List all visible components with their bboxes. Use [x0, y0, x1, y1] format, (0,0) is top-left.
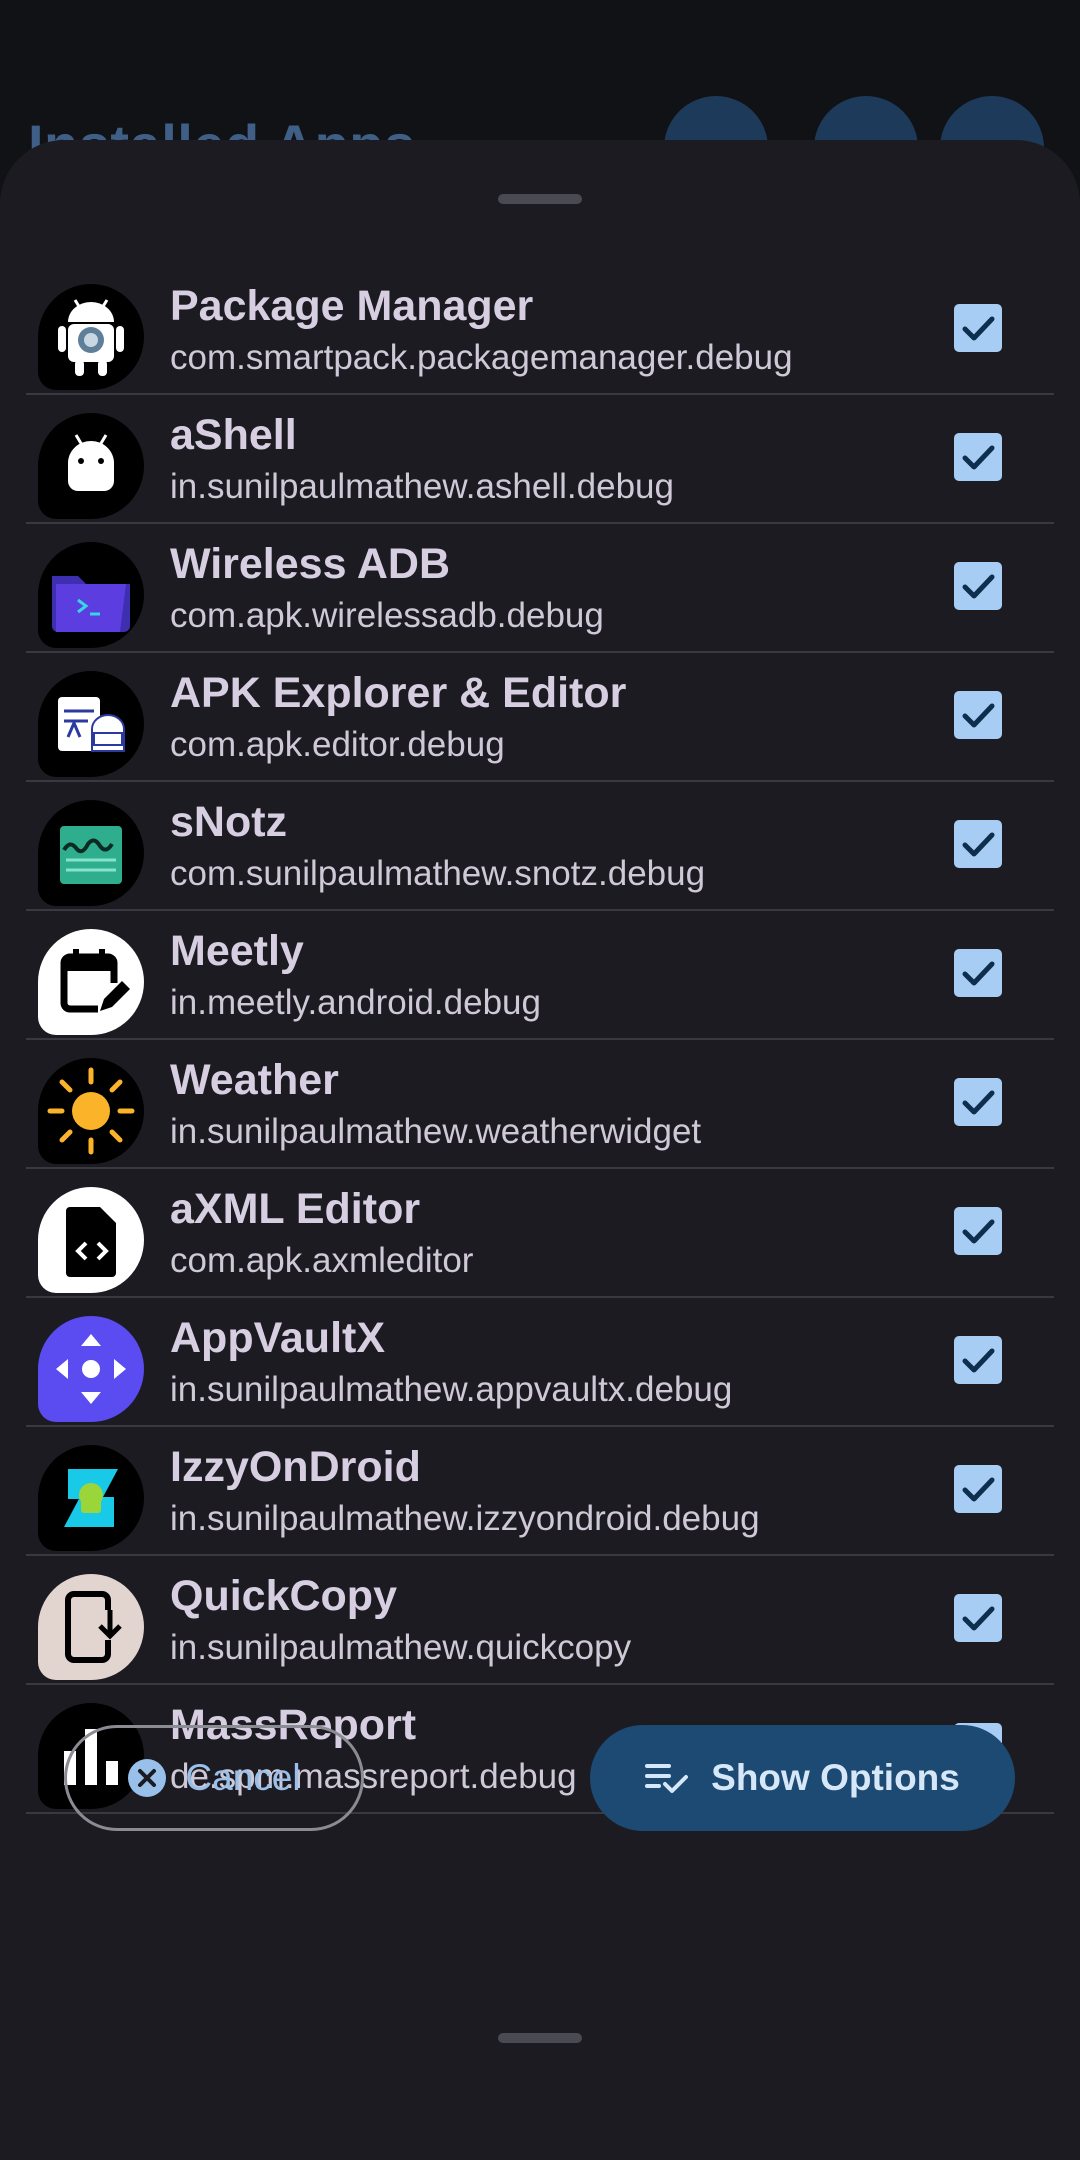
terminal-folder-icon: [38, 542, 144, 648]
app-checkbox[interactable]: [954, 433, 1002, 481]
app-package: com.apk.editor.debug: [170, 725, 505, 764]
app-row[interactable]: Weather in.sunilpaulmathew.weatherwidget: [26, 1040, 1054, 1169]
app-checkbox[interactable]: [954, 1336, 1002, 1384]
app-package: in.sunilpaulmathew.weatherwidget: [170, 1112, 702, 1151]
app-name: QuickCopy: [170, 1572, 397, 1620]
app-row[interactable]: IzzyOnDroid in.sunilpaulmathew.izzyondro…: [26, 1427, 1054, 1556]
app-row[interactable]: QuickCopy in.sunilpaulmathew.quickcopy: [26, 1556, 1054, 1685]
app-name: Wireless ADB: [170, 540, 451, 588]
apk-editor-icon: [38, 671, 144, 777]
app-name: Weather: [170, 1056, 339, 1104]
app-name: sNotz: [170, 798, 288, 846]
izzy-droid-icon: [38, 1445, 144, 1551]
app-row[interactable]: aShell in.sunilpaulmathew.ashell.debug: [26, 395, 1054, 524]
sheet-drag-handle-bottom[interactable]: [498, 2033, 582, 2043]
app-checkbox[interactable]: [954, 1594, 1002, 1642]
app-row[interactable]: AppVaultX in.sunilpaulmathew.appvaultx.d…: [26, 1298, 1054, 1427]
app-checkbox[interactable]: [954, 949, 1002, 997]
app-package: com.apk.wirelessadb.debug: [170, 596, 604, 635]
checklist-icon: [645, 1760, 689, 1796]
app-checkbox[interactable]: [954, 562, 1002, 610]
calendar-edit-icon: [38, 929, 144, 1035]
app-row[interactable]: APK Explorer & Editor com.apk.editor.deb…: [26, 653, 1054, 782]
app-checkbox[interactable]: [954, 1078, 1002, 1126]
vault-arrows-icon: [38, 1316, 144, 1422]
show-options-button[interactable]: Show Options: [590, 1725, 1015, 1831]
app-row[interactable]: sNotz com.sunilpaulmathew.snotz.debug: [26, 782, 1054, 911]
app-package: in.sunilpaulmathew.quickcopy: [170, 1628, 632, 1667]
app-row[interactable]: aXML Editor com.apk.axmleditor: [26, 1169, 1054, 1298]
app-package: in.sunilpaulmathew.appvaultx.debug: [170, 1370, 733, 1409]
app-name: AppVaultX: [170, 1314, 386, 1362]
sheet-drag-handle-top[interactable]: [498, 194, 582, 204]
app-row[interactable]: Wireless ADB com.apk.wirelessadb.debug: [26, 524, 1054, 653]
cancel-button[interactable]: Cancel: [64, 1725, 364, 1831]
app-row[interactable]: Meetly in.meetly.android.debug: [26, 911, 1054, 1040]
app-checkbox[interactable]: [954, 304, 1002, 352]
app-name: Meetly: [170, 927, 304, 975]
android-robot-icon: [38, 284, 144, 390]
app-selection-sheet: Package Manager com.smartpack.packageman…: [0, 140, 1080, 2160]
app-checkbox[interactable]: [954, 691, 1002, 739]
sun-icon: [38, 1058, 144, 1164]
app-list: Package Manager com.smartpack.packageman…: [26, 266, 1054, 1814]
app-package: com.smartpack.packagemanager.debug: [170, 338, 793, 377]
phone-download-icon: [38, 1574, 144, 1680]
app-checkbox[interactable]: [954, 1465, 1002, 1513]
show-options-label: Show Options: [711, 1757, 960, 1798]
snotz-note-icon: [38, 800, 144, 906]
app-row[interactable]: Package Manager com.smartpack.packageman…: [26, 266, 1054, 395]
app-name: IzzyOnDroid: [170, 1443, 421, 1491]
app-name: Package Manager: [170, 282, 534, 330]
code-file-icon: [38, 1187, 144, 1293]
cancel-icon: [127, 1758, 167, 1798]
app-package: com.apk.axmleditor: [170, 1241, 474, 1280]
cancel-label: Cancel: [185, 1757, 301, 1798]
app-checkbox[interactable]: [954, 820, 1002, 868]
app-checkbox[interactable]: [954, 1207, 1002, 1255]
app-package: in.sunilpaulmathew.izzyondroid.debug: [170, 1499, 760, 1538]
app-name: APK Explorer & Editor: [170, 669, 627, 717]
app-package: com.sunilpaulmathew.snotz.debug: [170, 854, 706, 893]
app-name: aXML Editor: [170, 1185, 421, 1233]
app-name: aShell: [170, 411, 297, 459]
app-package: in.sunilpaulmathew.ashell.debug: [170, 467, 674, 506]
app-package: in.meetly.android.debug: [170, 983, 541, 1022]
android-head-icon: [38, 413, 144, 519]
